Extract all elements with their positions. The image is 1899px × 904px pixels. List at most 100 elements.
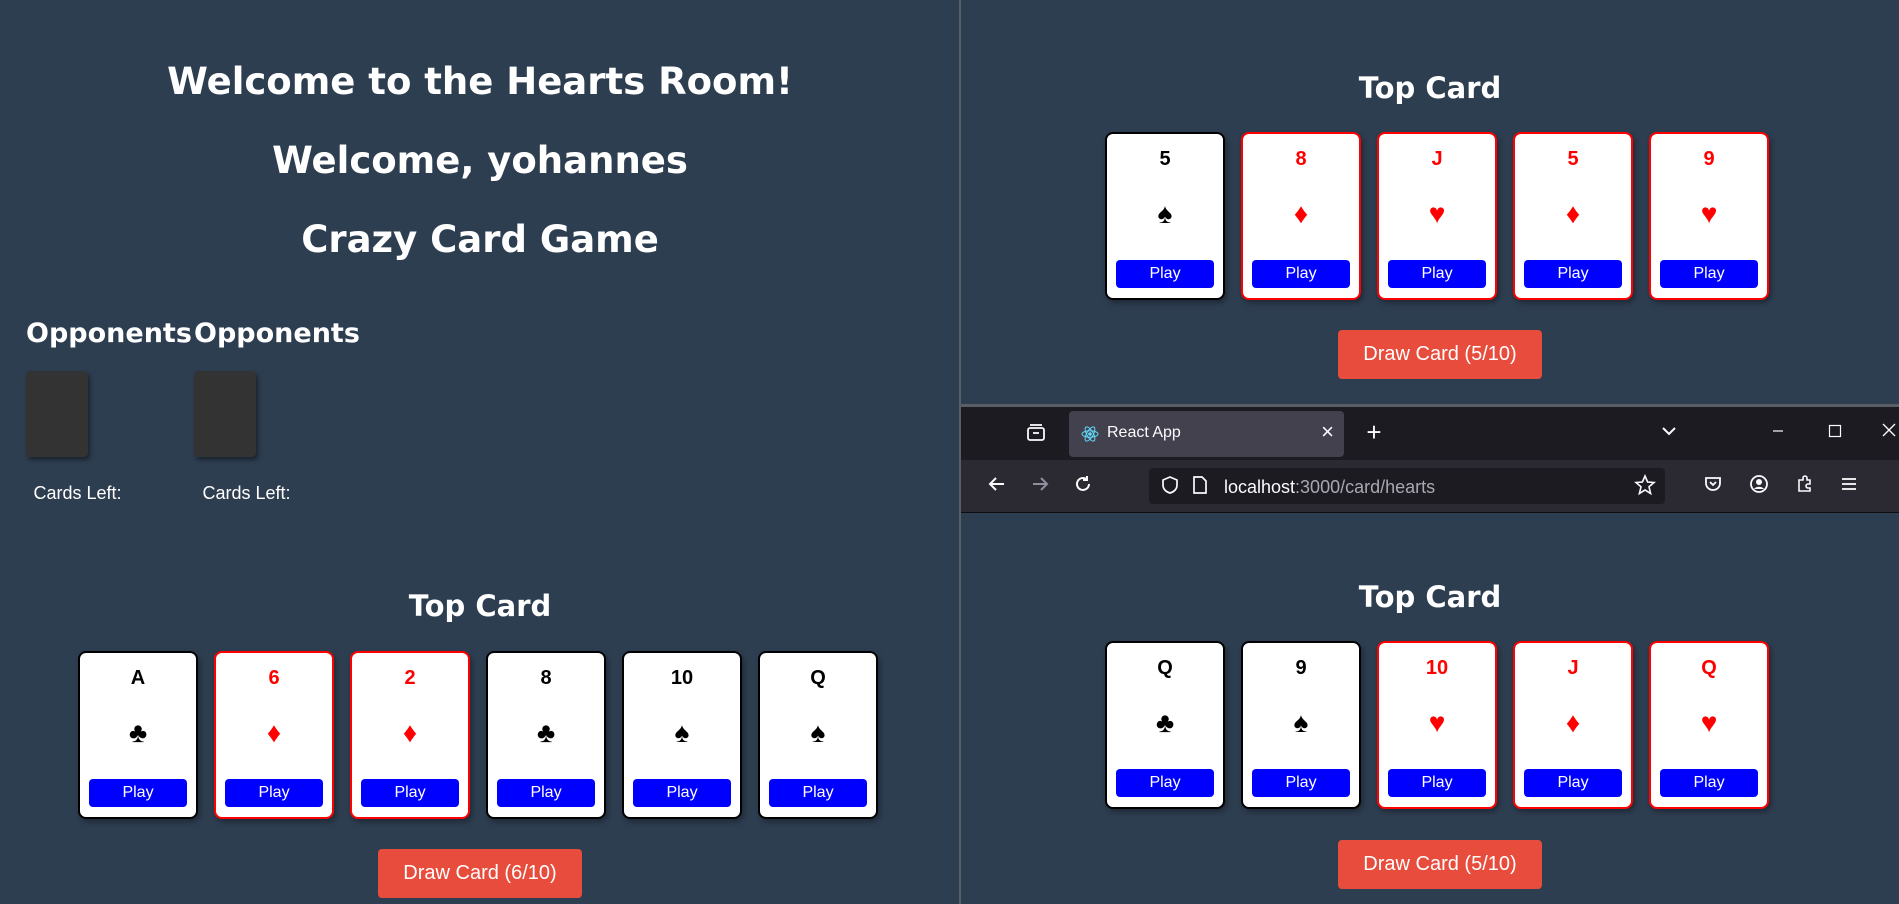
card-rank: Q [1157,657,1173,679]
playing-card: 2 ♦ Play [350,651,470,819]
card-rank: 6 [268,667,280,689]
cards-left-label: Cards Left: [33,483,122,503]
new-tab-icon[interactable]: + [1361,419,1387,445]
card-rank: 5 [1159,148,1171,170]
playing-card: A ♣ Play [78,651,198,819]
card-suit-icon: ♦ [402,717,418,748]
play-card-button[interactable]: Play [1388,260,1486,288]
play-card-button[interactable]: Play [1252,769,1350,797]
card-rank: 9 [1703,148,1715,170]
play-card-button[interactable]: Play [361,779,459,807]
back-icon[interactable] [985,474,1009,499]
game-title-heading: Crazy Card Game [301,218,659,261]
card-suit-icon: ♠ [1157,198,1173,229]
list-tabs-icon[interactable] [1657,421,1681,445]
top-card-heading: Top Card [1358,71,1502,105]
draw-card-button[interactable]: Draw Card (6/10) [378,849,582,898]
player-hand: A ♣ Play 6 ♦ Play 2 ♦ Play 8 ♣ Play 10 ♠ Play Q ♠ Play [78,651,878,819]
play-card-button[interactable]: Play [1252,260,1350,288]
cards-left-label: Cards Left: [202,483,291,503]
maximize-icon[interactable] [1823,419,1847,443]
playing-card: 6 ♦ Play [214,651,334,819]
card-suit-icon: ♥ [1700,198,1718,229]
card-rank: A [130,667,146,689]
account-icon[interactable] [1747,474,1771,499]
opponents-heading: Opponents [194,318,360,349]
play-card-button[interactable]: Play [769,779,867,807]
reload-icon[interactable] [1071,474,1095,499]
play-card-button[interactable]: Play [89,779,187,807]
playing-card: 5 ♦ Play [1513,132,1633,300]
playing-card: J ♥ Play [1377,132,1497,300]
url-host: localhost [1224,477,1296,497]
card-rank: 2 [404,667,416,689]
card-suit-icon: ♦ [1293,198,1309,229]
tab-collections-icon[interactable] [1023,421,1049,448]
top-card-heading: Top Card [408,589,552,623]
card-suit-icon: ♠ [674,717,690,748]
play-card-button[interactable]: Play [1660,769,1758,797]
playing-card: 5 ♠ Play [1105,132,1225,300]
play-card-button[interactable]: Play [633,779,731,807]
draw-card-button[interactable]: Draw Card (5/10) [1338,840,1542,889]
opponent-card-back [194,371,256,457]
menu-icon[interactable] [1837,474,1861,499]
top-right-game-window: Top Card 5 ♠ Play 8 ♦ Play J ♥ Play 5 ♦ Play 9 ♥ Play … [961,0,1899,405]
browser-tab[interactable]: React App × [1069,411,1344,457]
card-suit-icon: ♣ [1155,707,1175,738]
play-card-button[interactable]: Play [497,779,595,807]
card-suit-icon: ♣ [128,717,148,748]
forward-icon[interactable] [1028,474,1052,499]
play-card-button[interactable]: Play [1116,260,1214,288]
extensions-icon[interactable] [1793,474,1817,499]
card-rank: J [1431,148,1443,170]
url-path: :3000/card/hearts [1295,477,1436,497]
opponent-panel: Opponents Cards Left: [194,318,360,504]
tab-bar: React App × + [961,407,1899,460]
playing-card: 8 ♦ Play [1241,132,1361,300]
card-rank: 10 [670,667,694,689]
opponent-card-back [26,371,88,457]
opponent-panel: Opponents Cards Left: [26,318,192,504]
card-suit-icon: ♠ [810,717,826,748]
play-card-button[interactable]: Play [1116,769,1214,797]
play-card-button[interactable]: Play [1388,769,1486,797]
card-rank: 8 [540,667,552,689]
minimize-icon[interactable] [1766,419,1790,443]
play-card-button[interactable]: Play [225,779,323,807]
left-game-window: Welcome to the Hearts Room! Welcome, yoh… [0,0,960,904]
play-card-button[interactable]: Play [1524,260,1622,288]
play-card-button[interactable]: Play [1524,769,1622,797]
navigation-toolbar: localhost:3000/card/hearts [961,460,1899,513]
room-welcome-heading: Welcome to the Hearts Room! [167,60,793,103]
draw-card-button[interactable]: Draw Card (5/10) [1338,330,1542,379]
card-suit-icon: ♣ [536,717,556,748]
player-hand: 5 ♠ Play 8 ♦ Play J ♥ Play 5 ♦ Play 9 ♥ Play [1105,132,1769,300]
playing-card: 9 ♠ Play [1241,641,1361,809]
page-icon[interactable] [1191,475,1209,500]
card-rank: Q [810,667,826,689]
shield-icon[interactable] [1159,475,1181,500]
close-window-icon[interactable] [1877,419,1899,443]
tab-close-icon[interactable]: × [1321,421,1334,443]
card-suit-icon: ♥ [1428,707,1446,738]
play-card-button[interactable]: Play [1660,260,1758,288]
playing-card: 10 ♠ Play [622,651,742,819]
card-suit-icon: ♥ [1428,198,1446,229]
playing-card: 8 ♣ Play [486,651,606,819]
playing-card: Q ♥ Play [1649,641,1769,809]
card-suit-icon: ♦ [1565,198,1581,229]
bookmark-star-icon[interactable] [1633,473,1657,501]
playing-card: Q ♣ Play [1105,641,1225,809]
card-rank: 10 [1425,657,1449,679]
pocket-icon[interactable] [1701,474,1725,499]
url-bar[interactable]: localhost:3000/card/hearts [1149,468,1665,504]
playing-card: J ♦ Play [1513,641,1633,809]
card-rank: 5 [1567,148,1579,170]
tab-title: React App [1107,424,1181,441]
opponents-heading: Opponents [26,318,192,349]
user-welcome-heading: Welcome, yohannes [272,139,688,182]
card-suit-icon: ♠ [1293,707,1309,738]
player-hand: Q ♣ Play 9 ♠ Play 10 ♥ Play J ♦ Play Q ♥ Play [1105,641,1769,809]
card-suit-icon: ♦ [1565,707,1581,738]
